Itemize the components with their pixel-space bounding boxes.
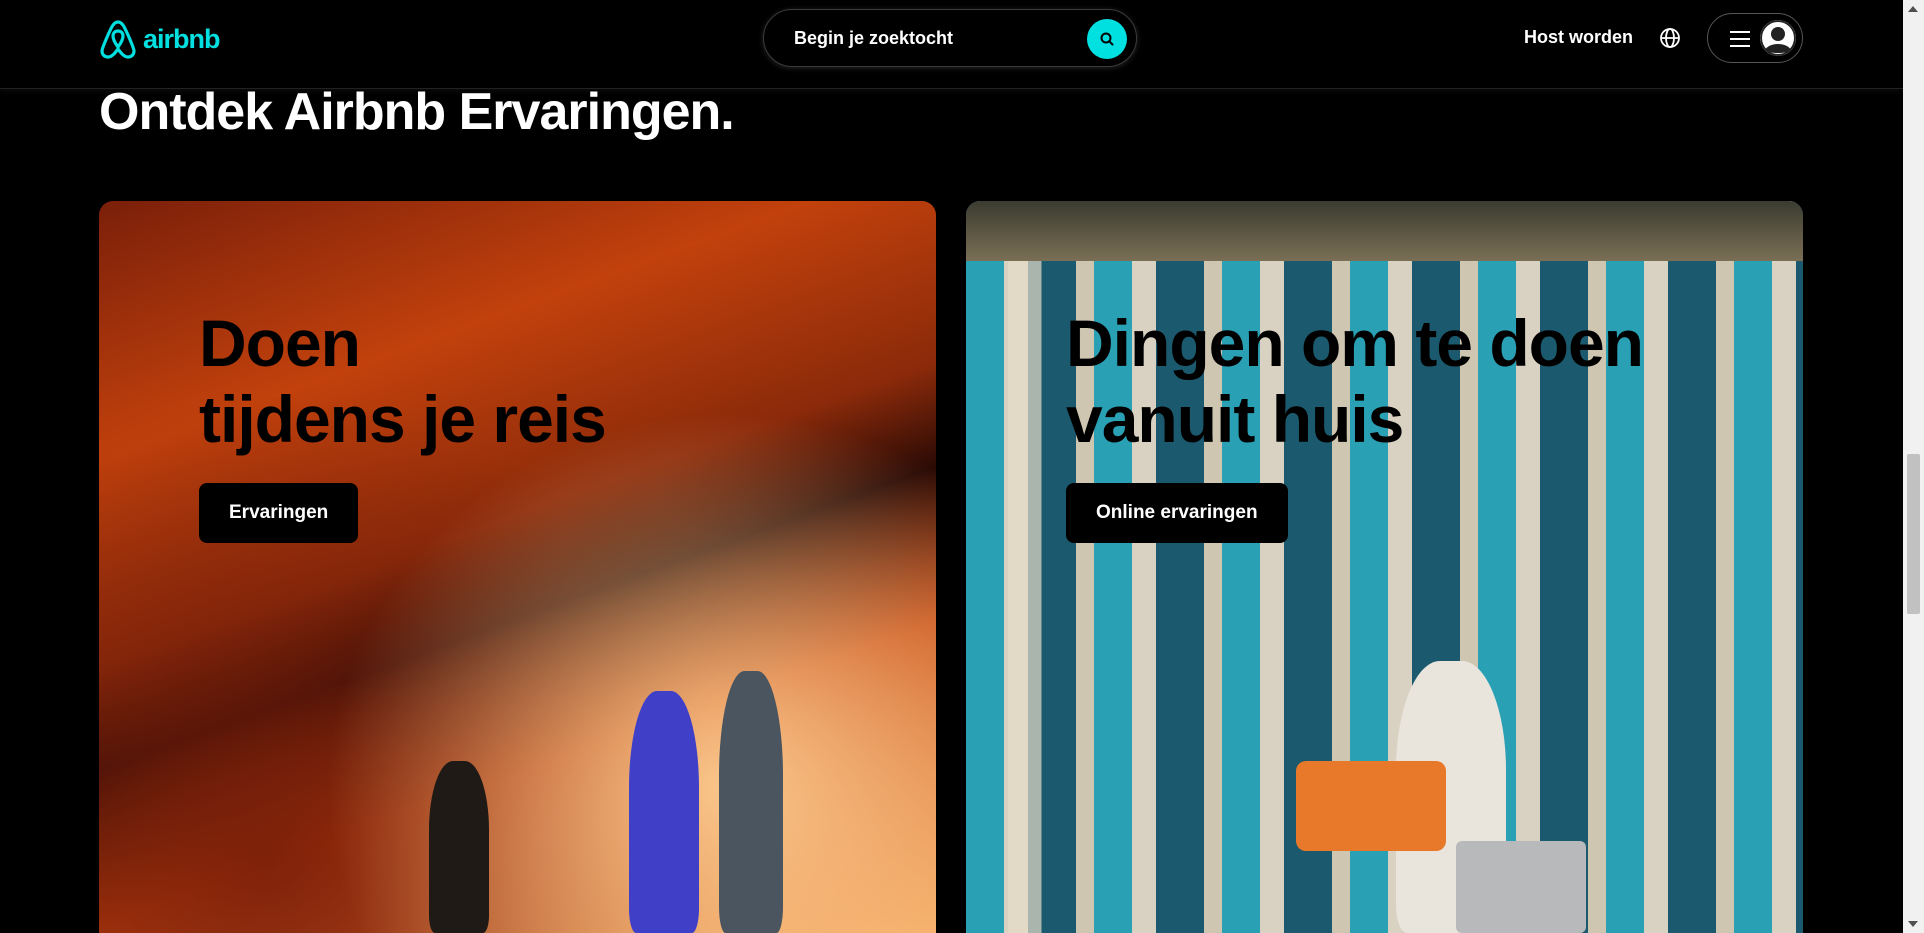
card-heading-line1: Dingen om te doen [1066, 306, 1644, 380]
airbnb-logo-icon [100, 20, 136, 59]
globe-icon[interactable] [1659, 27, 1681, 49]
experience-card-travel[interactable]: Doen tijdens je reis Ervaringen [99, 201, 936, 933]
avatar-icon [1760, 20, 1796, 56]
host-link[interactable]: Host worden [1524, 27, 1633, 48]
page-scrollbar[interactable] [1903, 0, 1924, 933]
menu-icon [1730, 31, 1750, 47]
top-navbar: airbnb Begin je zoektocht Host worden [0, 0, 1903, 89]
search-button[interactable] [1087, 19, 1127, 59]
page-title: Ontdek Airbnb Ervaringen. [99, 83, 735, 141]
experiences-button[interactable]: Ervaringen [199, 483, 359, 543]
hiker-figure [719, 671, 783, 933]
search-bar[interactable]: Begin je zoektocht [763, 9, 1137, 67]
user-menu-button[interactable] [1707, 13, 1803, 63]
search-label[interactable]: Begin je zoektocht [794, 28, 953, 49]
card-heading: Doen tijdens je reis [199, 305, 607, 457]
hiker-figure [429, 761, 489, 933]
card-heading-line2: vanuit huis [1066, 382, 1404, 456]
card-heading-line2: tijdens je reis [199, 382, 607, 456]
scroll-down-icon[interactable] [1908, 921, 1918, 927]
hiker-figure [629, 691, 699, 933]
pot-item [1456, 841, 1586, 933]
scroll-up-icon[interactable] [1908, 6, 1918, 12]
card-heading: Dingen om te doen vanuit huis [1066, 305, 1644, 457]
scrollbar-thumb[interactable] [1907, 454, 1920, 614]
card-heading-line1: Doen [199, 306, 361, 380]
search-icon [1100, 32, 1114, 46]
cloth-item [1296, 761, 1446, 851]
photo-wall-top [966, 201, 1803, 261]
online-experiences-button[interactable]: Online ervaringen [1066, 483, 1288, 543]
logo-wordmark: airbnb [143, 23, 221, 54]
experience-card-online[interactable]: Dingen om te doen vanuit huis Online erv… [966, 201, 1803, 933]
airbnb-logo[interactable]: airbnb [99, 19, 221, 59]
